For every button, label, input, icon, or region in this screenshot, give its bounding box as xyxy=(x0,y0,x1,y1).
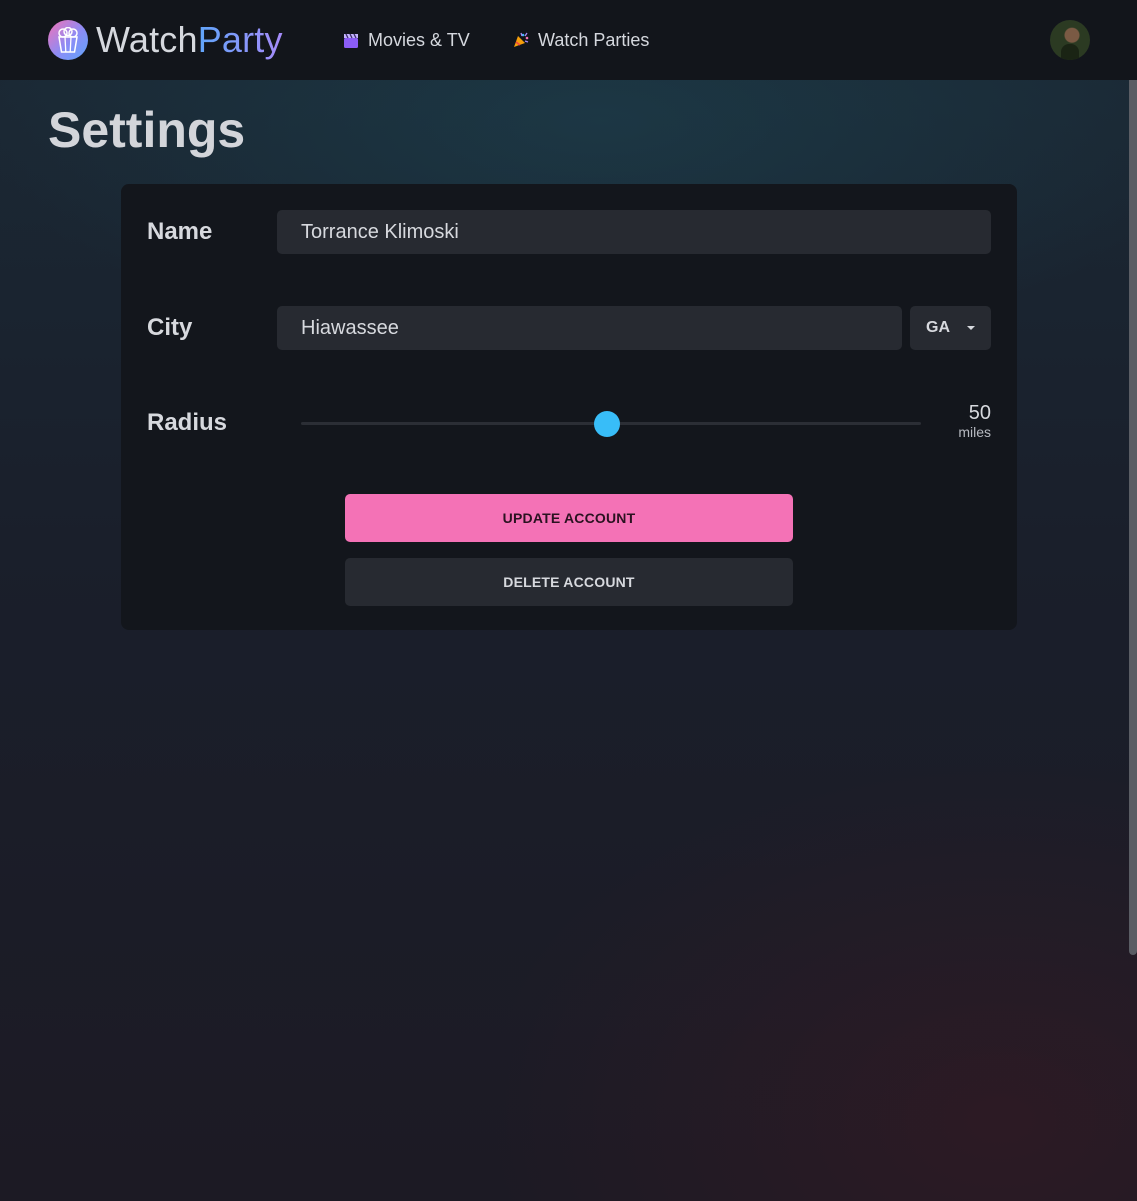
popcorn-logo-icon[interactable] xyxy=(48,20,88,60)
brand-word-watch: Watch xyxy=(96,19,198,60)
radius-label: Radius xyxy=(147,409,228,436)
party-popper-icon xyxy=(512,31,530,49)
radius-value: 50 xyxy=(968,402,991,424)
city-input[interactable]: Hiawassee xyxy=(277,306,902,350)
nav-watch-parties[interactable]: Watch Parties xyxy=(512,28,649,52)
city-label: City xyxy=(147,314,193,341)
brand-name[interactable]: WatchParty xyxy=(96,18,283,62)
nav-movies-tv-label: Movies & TV xyxy=(368,29,470,50)
nav-watch-parties-label: Watch Parties xyxy=(538,29,650,50)
caret-down-icon xyxy=(967,326,975,330)
avatar-figure xyxy=(1061,44,1079,60)
name-label: Name xyxy=(147,218,213,245)
nav-movies-tv[interactable]: Movies & TV xyxy=(342,28,470,52)
radius-slider-thumb[interactable] xyxy=(594,411,620,437)
settings-card: Name Torrance Klimoski City Hiawassee GA… xyxy=(121,184,1017,630)
scrollbar-thumb[interactable] xyxy=(1129,0,1137,955)
update-account-button[interactable]: UPDATE ACCOUNT xyxy=(345,494,793,542)
state-select-value: GA xyxy=(926,319,950,336)
delete-account-button[interactable]: DELETE ACCOUNT xyxy=(345,558,793,606)
state-select[interactable]: GA xyxy=(910,306,991,350)
name-input[interactable]: Torrance Klimoski xyxy=(277,210,991,254)
user-avatar[interactable] xyxy=(1050,20,1090,60)
brand-word-party: Party xyxy=(197,19,283,60)
radius-unit: miles xyxy=(958,424,991,440)
clapperboard-icon xyxy=(342,31,360,49)
page-title: Settings xyxy=(48,102,246,158)
navbar: WatchParty Movies & TV Watch Parties xyxy=(0,0,1137,80)
